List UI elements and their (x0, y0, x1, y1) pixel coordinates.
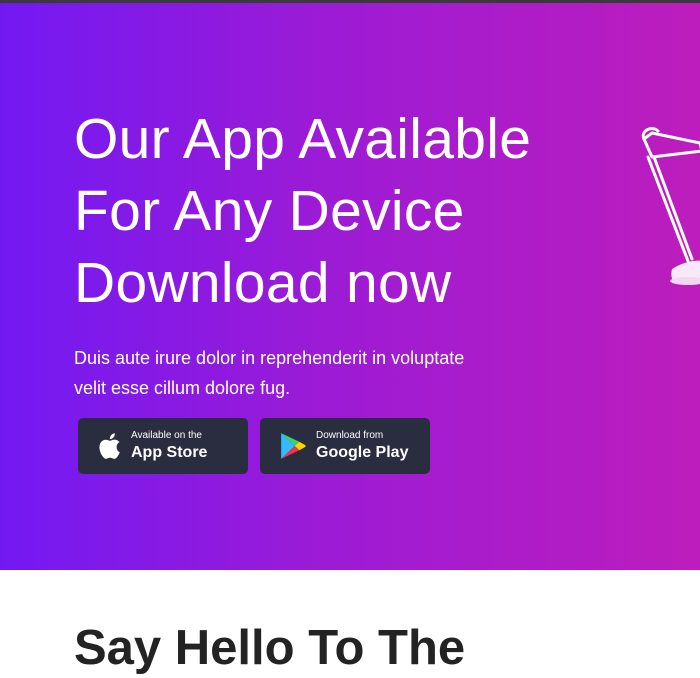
hero-title-line-2: For Any Device (74, 179, 465, 243)
section-heading: Say Hello To The (74, 621, 466, 675)
google-play-icon (281, 433, 306, 459)
desk-lamp-illustration (641, 127, 700, 285)
google-play-button[interactable]: Download from Google Play (260, 418, 430, 474)
hero-title-line-1: Our App Available (74, 107, 532, 171)
hero-title-line-3: Download now (74, 251, 452, 315)
app-store-button[interactable]: Available on the App Store (78, 418, 248, 474)
hero-description: Duis aute irure dolor in reprehenderit i… (74, 348, 465, 398)
hero-title: Our App Available For Any Device Downloa… (74, 103, 531, 319)
app-store-small-label: Available on the (131, 430, 202, 441)
google-play-small-label: Download from (316, 430, 384, 441)
apple-icon (99, 433, 120, 459)
google-play-label: Google Play (316, 444, 409, 461)
app-download-hero: Our App Available For Any Device Downloa… (0, 3, 700, 570)
app-store-label: App Store (131, 444, 208, 461)
